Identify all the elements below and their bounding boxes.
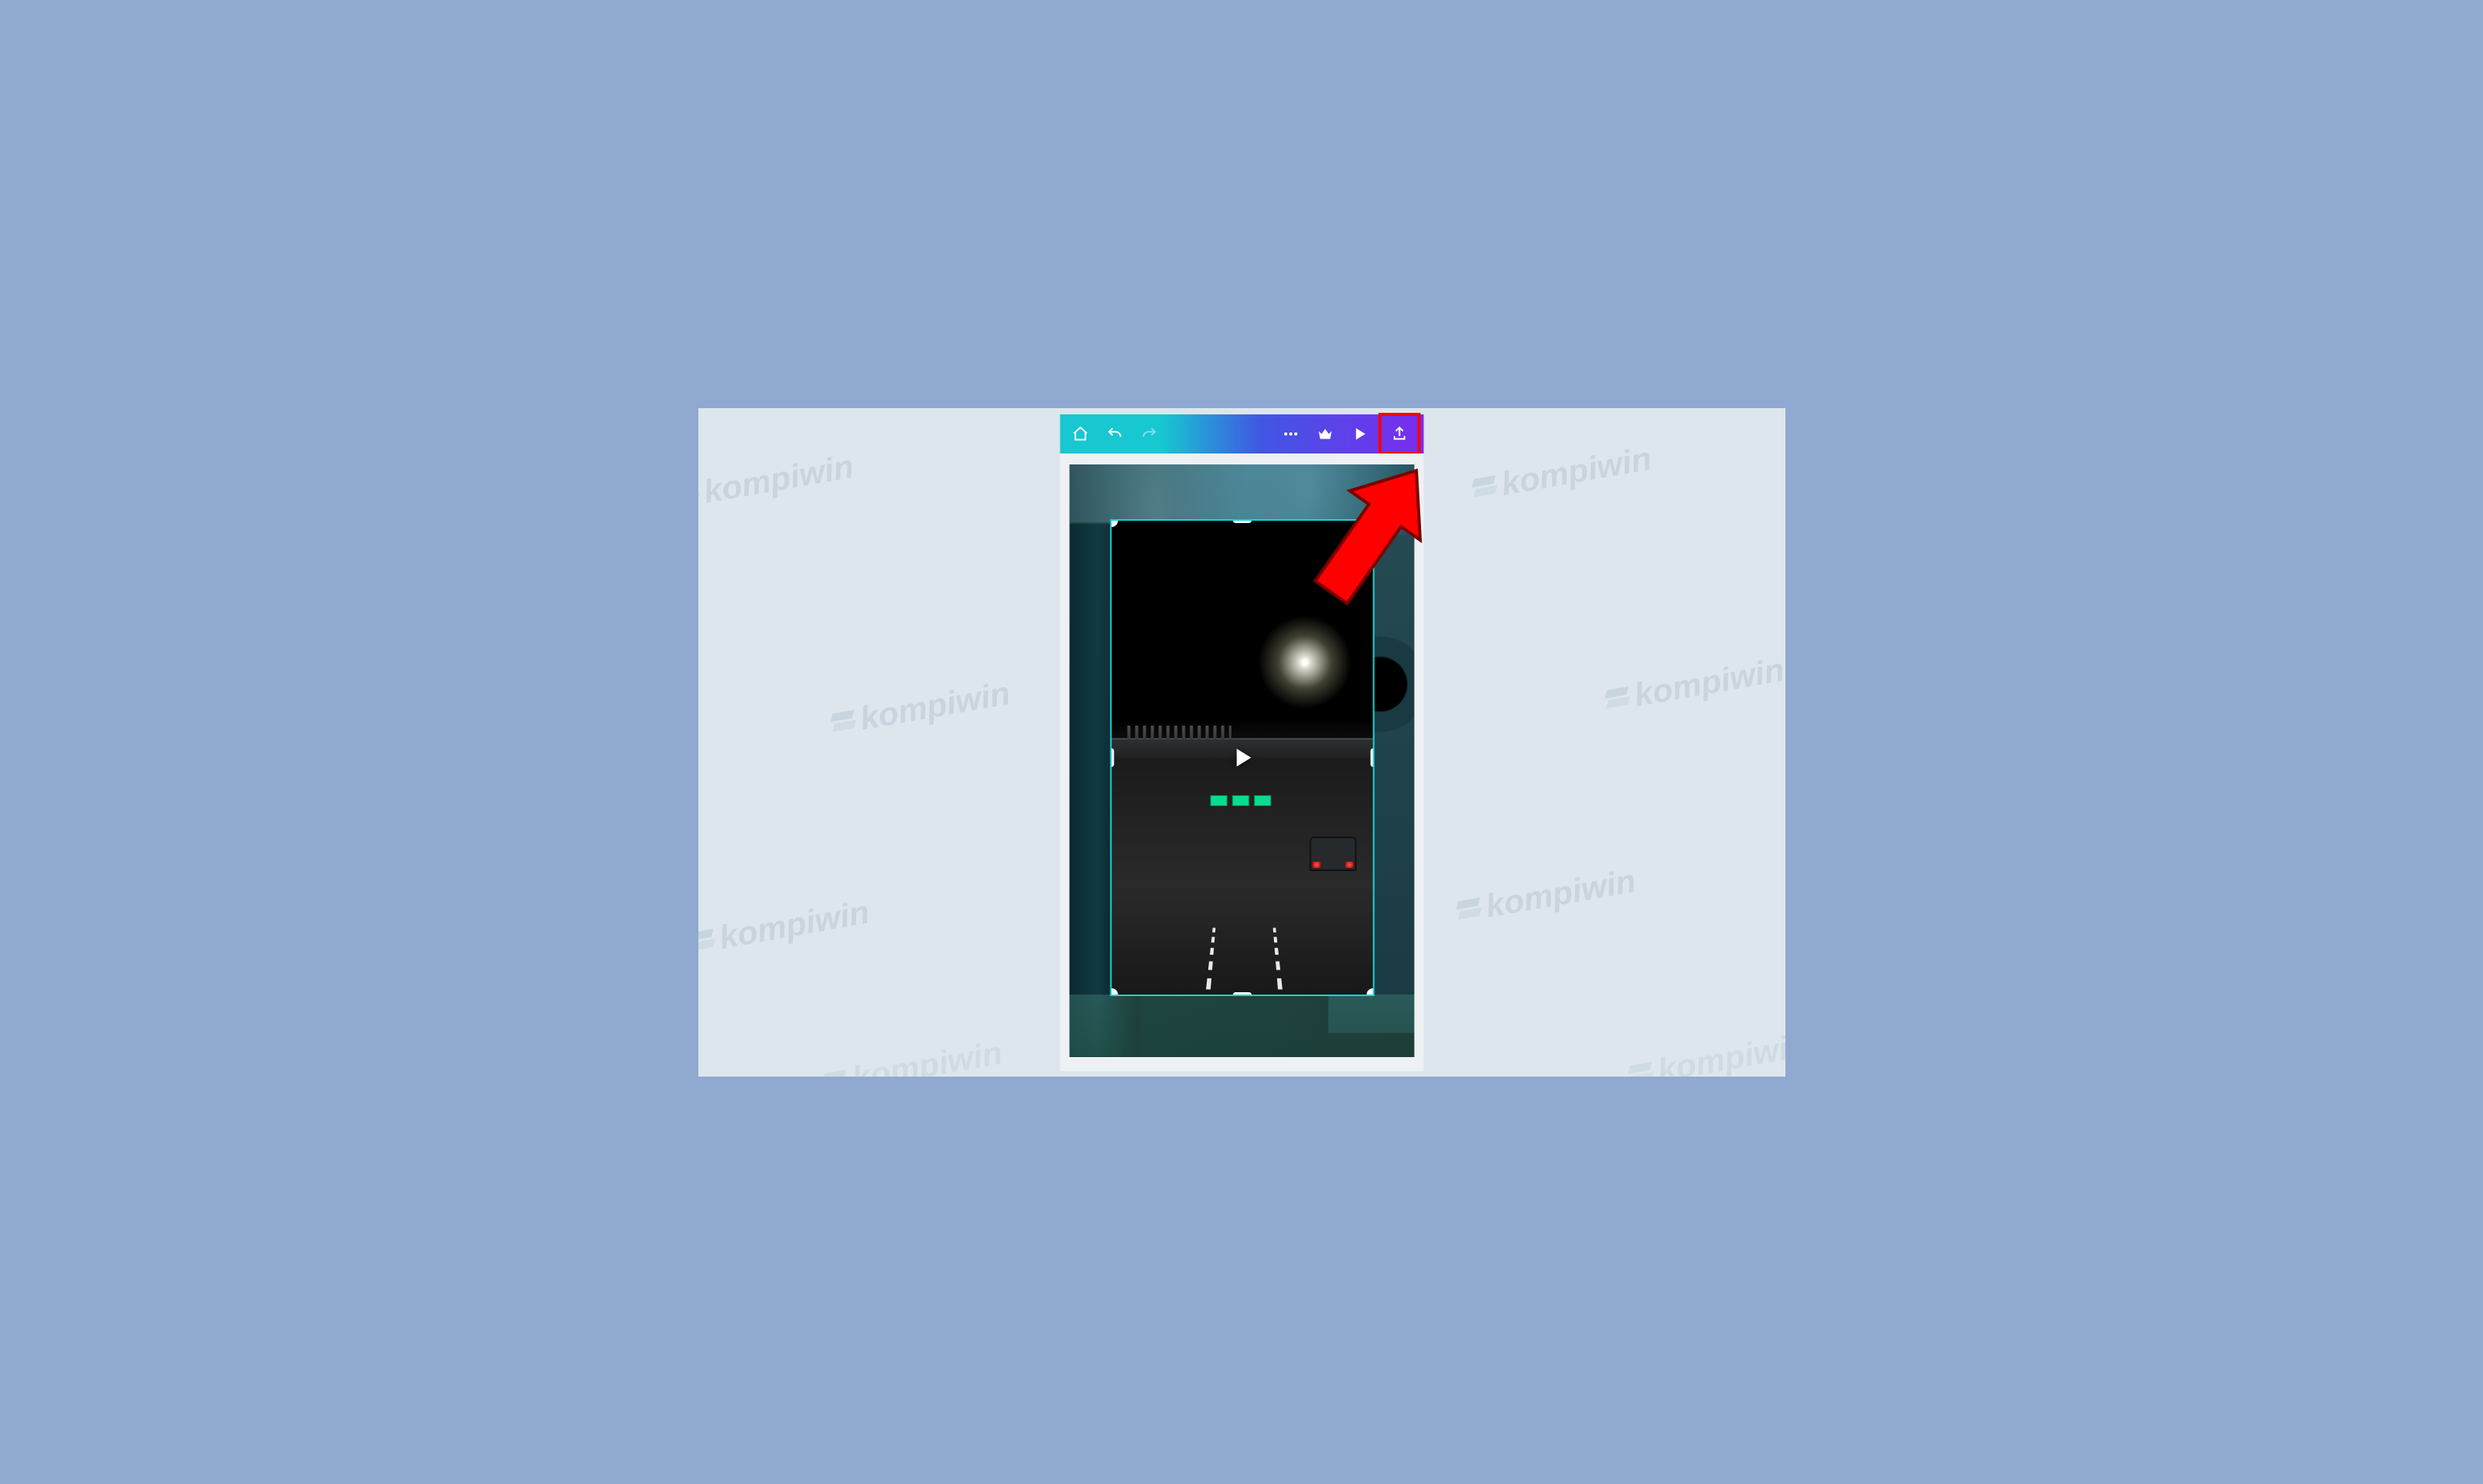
watermark: kompiwin (821, 1034, 1005, 1077)
export-button[interactable] (1382, 417, 1416, 451)
more-button[interactable] (1273, 417, 1308, 451)
resize-handle-bottom-right[interactable] (1366, 988, 1374, 996)
resize-handle-right[interactable] (1370, 748, 1374, 767)
more-icon (1282, 425, 1299, 443)
watermark: kompiwin (698, 447, 856, 515)
watermark: kompiwin (1603, 651, 1785, 719)
play-icon (1351, 425, 1368, 443)
editor-app (1060, 414, 1423, 1071)
watermark: kompiwin (1455, 862, 1638, 930)
watermark: kompiwin (1627, 1026, 1785, 1077)
design-canvas[interactable] (1060, 453, 1423, 1071)
resize-handle-top[interactable] (1233, 519, 1251, 523)
undo-icon (1106, 425, 1123, 443)
watermark: kompiwin (829, 674, 1013, 742)
resize-handle-left[interactable] (1110, 748, 1114, 767)
preview-play-button[interactable] (1342, 417, 1376, 451)
home-button[interactable] (1063, 417, 1097, 451)
crown-icon (1316, 425, 1333, 443)
premium-button[interactable] (1308, 417, 1342, 451)
watermark: kompiwin (1470, 439, 1654, 507)
undo-button[interactable] (1097, 417, 1132, 451)
watermark: kompiwin (698, 893, 872, 961)
video-play-overlay[interactable] (1229, 744, 1255, 771)
home-icon (1071, 425, 1089, 443)
top-toolbar (1060, 414, 1423, 453)
resize-handle-bottom[interactable] (1233, 992, 1251, 996)
canvas-background[interactable] (1069, 464, 1414, 1057)
export-highlight-box (1378, 413, 1420, 455)
play-icon (1229, 744, 1255, 771)
screenshot-frame: kompiwin kompiwin kompiwin kompiwin komp… (698, 408, 1785, 1077)
selected-video-element[interactable] (1110, 519, 1374, 996)
redo-button[interactable] (1132, 417, 1166, 451)
redo-icon (1140, 425, 1157, 443)
export-icon (1390, 425, 1408, 443)
